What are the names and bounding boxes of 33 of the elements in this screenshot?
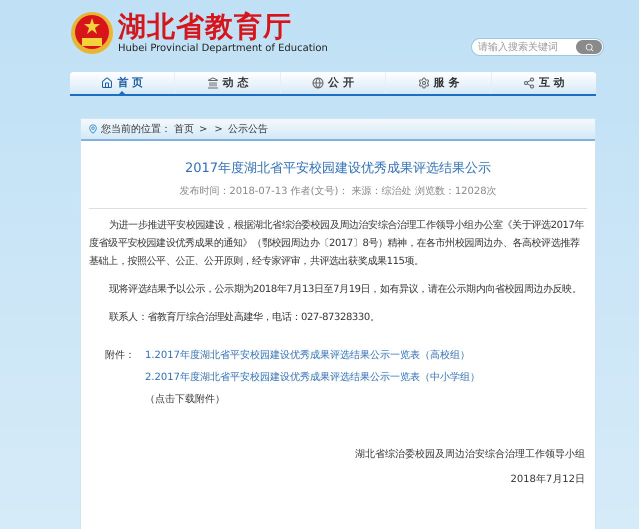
attachment-link[interactable]: 1.2017年度湖北省平安校园建设优秀成果评选结果公示一览表（高校组） — [145, 348, 470, 362]
breadcrumb-separator: > — [199, 122, 208, 136]
article-paragraph: 为进一步推进平安校园建设，根据湖北省综治委校园及周边治安综合治理工作领导小组办公室《关于评选2017年度省级平安校园建设优秀成果的通知》（鄂校园周边办〔2017〕8号）精神，在各市州校园周边办、各高校评选推荐基础上，按照公平、公正、公开原则，经专家评审，共评选出获奖成果115项。 — [89, 218, 586, 268]
emblem-icon — [70, 10, 114, 56]
site-title: 湖北省教育厅 — [118, 11, 293, 43]
nav-tab[interactable]: 互 动 — [490, 72, 596, 94]
breadcrumb-label: 您当前的位置： — [101, 122, 171, 136]
article-paragraph: 联系人：省教育厅综合治理处高建华，电话：027-87328330。 — [108, 310, 380, 324]
nav-tab[interactable]: 动 态 — [174, 72, 280, 94]
article-title: 2017年度湖北省平安校园建设优秀成果评选结果公示 — [184, 160, 492, 178]
share-icon — [522, 77, 535, 89]
attachment-link[interactable]: 2.2017年度湖北省平安校园建设优秀成果评选结果公示一览表（中小学组） — [145, 370, 480, 384]
download-hint: （点击下载附件） — [145, 392, 225, 406]
breadcrumb-separator: > — [214, 122, 223, 136]
signature-date: 2018年7月12日 — [510, 472, 585, 486]
signature-org: 湖北省综治委校园及周边治安综合治理工作领导小组 — [355, 448, 585, 462]
building-icon — [206, 77, 219, 89]
nav-tab[interactable]: 服 务 — [385, 72, 491, 94]
nav-tab[interactable]: 首 页 — [70, 72, 174, 94]
search-field[interactable]: 请输入搜索关键词 — [471, 38, 604, 56]
settings-icon — [418, 77, 430, 89]
article-paragraph: 现将评选结果予以公示，公示期为2018年7月13日至7月19日，如有异议，请在公示期内向省校园周边办反映。 — [108, 282, 582, 296]
breadcrumb-link[interactable]: 公示公告 — [228, 122, 268, 136]
search-button[interactable] — [576, 40, 602, 54]
site-subtitle: Hubei Provincial Department of Education — [118, 43, 328, 55]
globe-icon — [312, 77, 324, 89]
location-icon — [88, 124, 98, 134]
home-icon — [101, 77, 114, 89]
article-meta: 发布时间：2018-07-13 作者(文号)： 来源：综治处 浏览数：12028次 — [178, 184, 498, 198]
nav-tab[interactable]: 公 开 — [280, 72, 386, 94]
breadcrumb-link[interactable]: 首页 — [174, 122, 194, 136]
search-icon — [584, 42, 594, 52]
attachment-label: 附件： — [105, 348, 136, 362]
